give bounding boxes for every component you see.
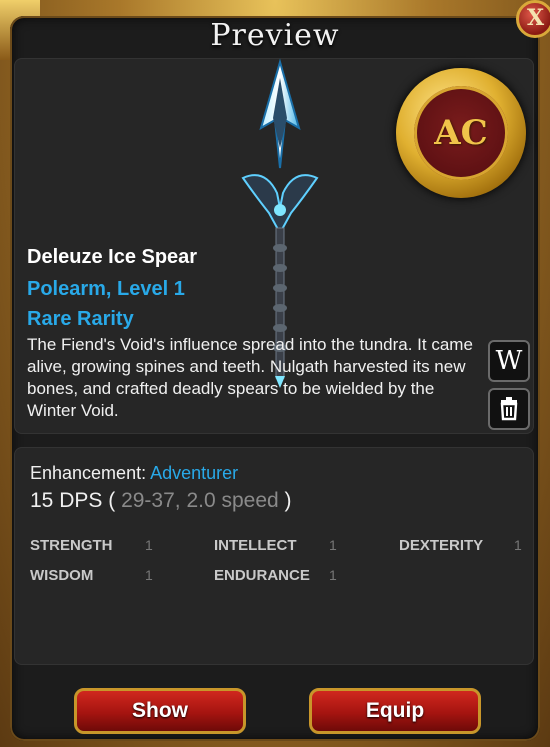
- window-title: Preview: [210, 18, 340, 53]
- close-icon: X: [527, 5, 545, 31]
- enhancement-label: Enhancement:: [30, 463, 147, 483]
- dps-value: 15 DPS: [30, 489, 103, 512]
- stat-dexterity-value: 1: [514, 537, 522, 553]
- enhancement-value: Adventurer: [150, 463, 239, 483]
- stat-intellect-label: INTELLECT: [214, 537, 297, 554]
- equip-button[interactable]: Equip: [309, 688, 481, 734]
- stat-endurance-value: 1: [329, 567, 337, 583]
- stat-wisdom-label: WISDOM: [30, 567, 94, 584]
- trash-icon: [500, 397, 518, 421]
- wiki-button[interactable]: W: [488, 340, 530, 382]
- show-button[interactable]: Show: [74, 688, 246, 734]
- enhancement-line: Enhancement: Adventurer: [30, 463, 238, 484]
- close-button[interactable]: X: [516, 0, 550, 38]
- item-rarity: Rare Rarity: [27, 308, 134, 330]
- ac-coin-text: AC: [434, 113, 488, 153]
- ac-coin-icon: AC: [396, 68, 526, 198]
- dps-paren-open: (: [108, 489, 116, 512]
- dps-paren-close: ): [284, 489, 292, 512]
- stat-endurance-label: ENDURANCE: [214, 567, 310, 584]
- ac-coin-center: AC: [414, 86, 508, 180]
- stat-strength-label: STRENGTH: [30, 537, 113, 554]
- stat-wisdom-value: 1: [145, 567, 153, 583]
- wiki-icon: W: [495, 346, 523, 376]
- trash-button[interactable]: [488, 388, 530, 430]
- dps-detail: 29-37, 2.0 speed: [121, 489, 279, 512]
- dps-line: 15 DPS ( 29-37, 2.0 speed ): [30, 489, 292, 513]
- item-name: Deleuze Ice Spear: [27, 246, 198, 268]
- stat-intellect-value: 1: [329, 537, 337, 553]
- stat-dexterity-label: DEXTERITY: [399, 537, 484, 554]
- item-description: The Fiend's Void's influence spread into…: [27, 335, 473, 420]
- item-type: Polearm, Level 1: [27, 278, 185, 300]
- stat-strength-value: 1: [145, 537, 153, 553]
